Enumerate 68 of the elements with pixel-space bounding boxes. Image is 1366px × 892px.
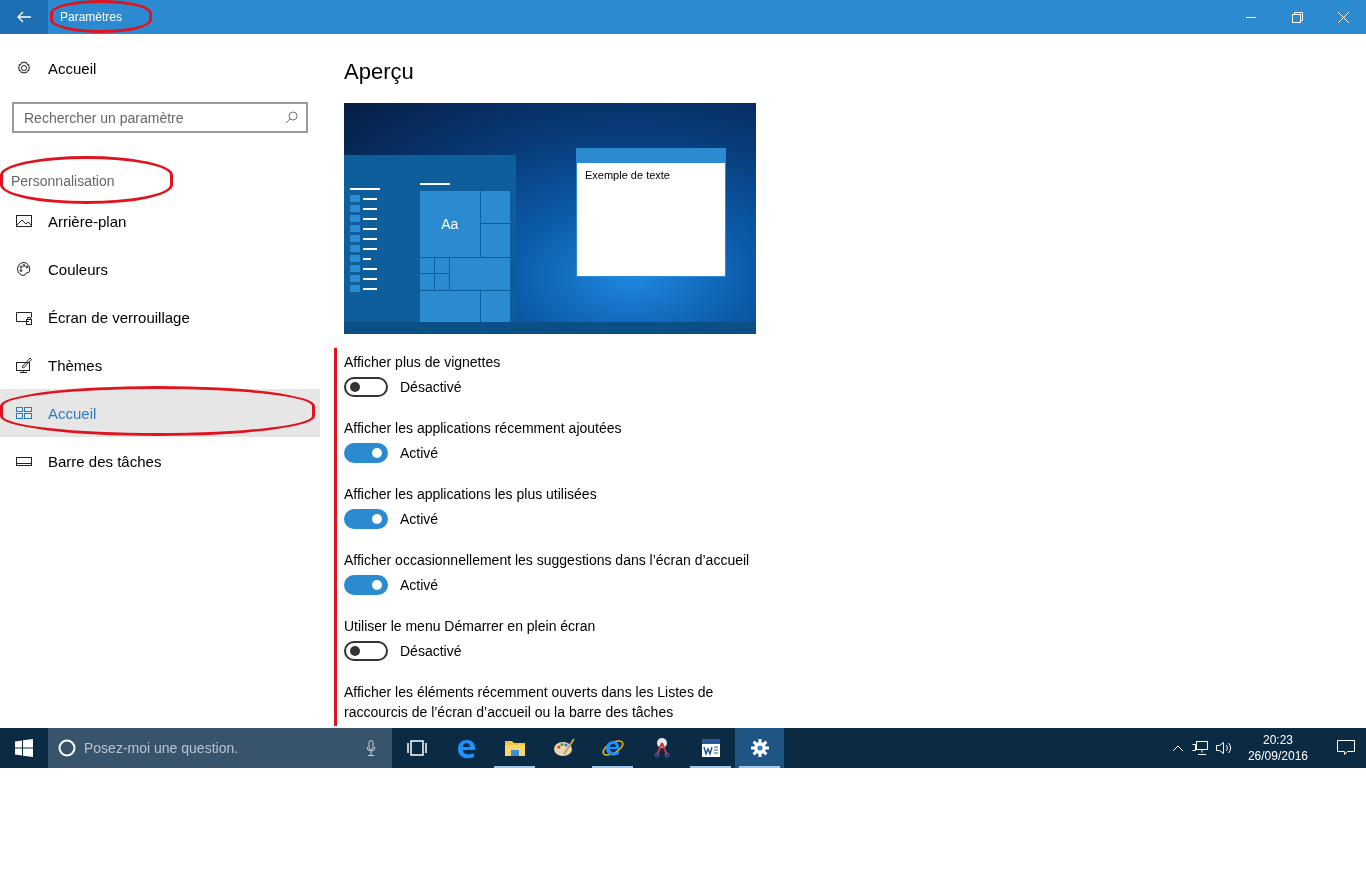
settings-icon (16, 60, 32, 76)
tile (435, 257, 450, 274)
app-list-row (350, 215, 380, 222)
sidebar-item[interactable]: Barre des tâches (0, 437, 320, 485)
tile (420, 274, 435, 290)
tile (435, 274, 450, 290)
sidebar-item[interactable]: Thèmes (0, 341, 320, 389)
app-list-row (350, 285, 380, 292)
brush-monitor-icon (16, 357, 32, 373)
tile (480, 290, 510, 323)
toggle-switch[interactable] (344, 575, 388, 595)
clock[interactable]: 20:23 26/09/2016 (1247, 732, 1308, 764)
restore-icon (1291, 11, 1303, 23)
tile (420, 290, 480, 323)
windows-logo-icon (15, 739, 33, 757)
toggle-switch[interactable] (344, 641, 388, 661)
chevron-up-icon[interactable] (1171, 744, 1184, 752)
tile-text: Aa (420, 191, 480, 257)
speech-bubble-icon (1337, 740, 1355, 756)
back-button[interactable] (0, 0, 48, 34)
tile (480, 224, 510, 257)
page-heading: Aperçu (344, 59, 415, 85)
network-icon[interactable] (1191, 741, 1208, 755)
sidebar-item[interactable]: Arrière-plan (0, 197, 320, 245)
search-field[interactable]: Rechercher un paramètre (12, 102, 308, 133)
window-title: Paramètres (60, 10, 123, 24)
setting-label: Afficher les éléments récemment ouverts dans les Listes de raccourcis de l’écran d’accueil ou la barre des tâches (344, 683, 715, 722)
close-icon (1337, 11, 1349, 23)
sidebar-item[interactable]: Accueil (0, 389, 320, 437)
home-link[interactable]: Accueil (0, 44, 320, 92)
palette-icon (16, 261, 32, 277)
lock-screen-icon (16, 309, 32, 325)
sidebar-item[interactable]: Écran de verrouillage (0, 293, 320, 341)
toggle-state: Désactivé (400, 379, 462, 395)
section-heading: Personnalisation (10, 173, 116, 191)
app-list-row (350, 275, 380, 282)
toggle-state: Activé (400, 511, 439, 527)
toggle-state: Désactivé (400, 643, 462, 659)
sidebar-item[interactable]: Couleurs (0, 245, 320, 293)
setting-label: Afficher les applications les plus utilisées (344, 485, 598, 504)
setting-label: Afficher les applications récemment ajoutées (344, 419, 623, 438)
tile (450, 257, 510, 290)
setting-label: Afficher plus de vignettes (344, 353, 502, 372)
tiles-icon (16, 405, 32, 421)
setting-label: Utiliser le menu Démarrer en plein écran (344, 617, 597, 636)
app-list-row (350, 225, 380, 232)
circle-icon (58, 739, 76, 757)
app-list-row (350, 195, 380, 202)
speaker-icon[interactable] (1215, 741, 1232, 755)
picture-icon (16, 213, 32, 229)
toggle-state: Activé (400, 445, 439, 461)
toggle-switch[interactable] (344, 377, 388, 397)
taskbar-search-field[interactable]: Posez-moi une question. (48, 728, 392, 768)
toggle-switch[interactable] (344, 443, 388, 463)
tile (480, 191, 510, 224)
taskbar-app[interactable] (735, 728, 784, 768)
sample-text: Exemple de texte (584, 168, 671, 183)
search-icon (285, 111, 298, 124)
toggle-switch[interactable] (344, 509, 388, 529)
microphone-icon (366, 740, 376, 756)
setting-label: Afficher occasionnellement les suggestions dans l’écran d’accueil (344, 551, 751, 570)
back-arrow-icon (17, 11, 31, 23)
app-list-row (350, 235, 380, 242)
app-list-row (350, 265, 380, 272)
tile (420, 257, 435, 274)
app-list-row (350, 205, 380, 212)
app-list-row (350, 245, 380, 252)
toggle-state: Activé (400, 577, 439, 593)
